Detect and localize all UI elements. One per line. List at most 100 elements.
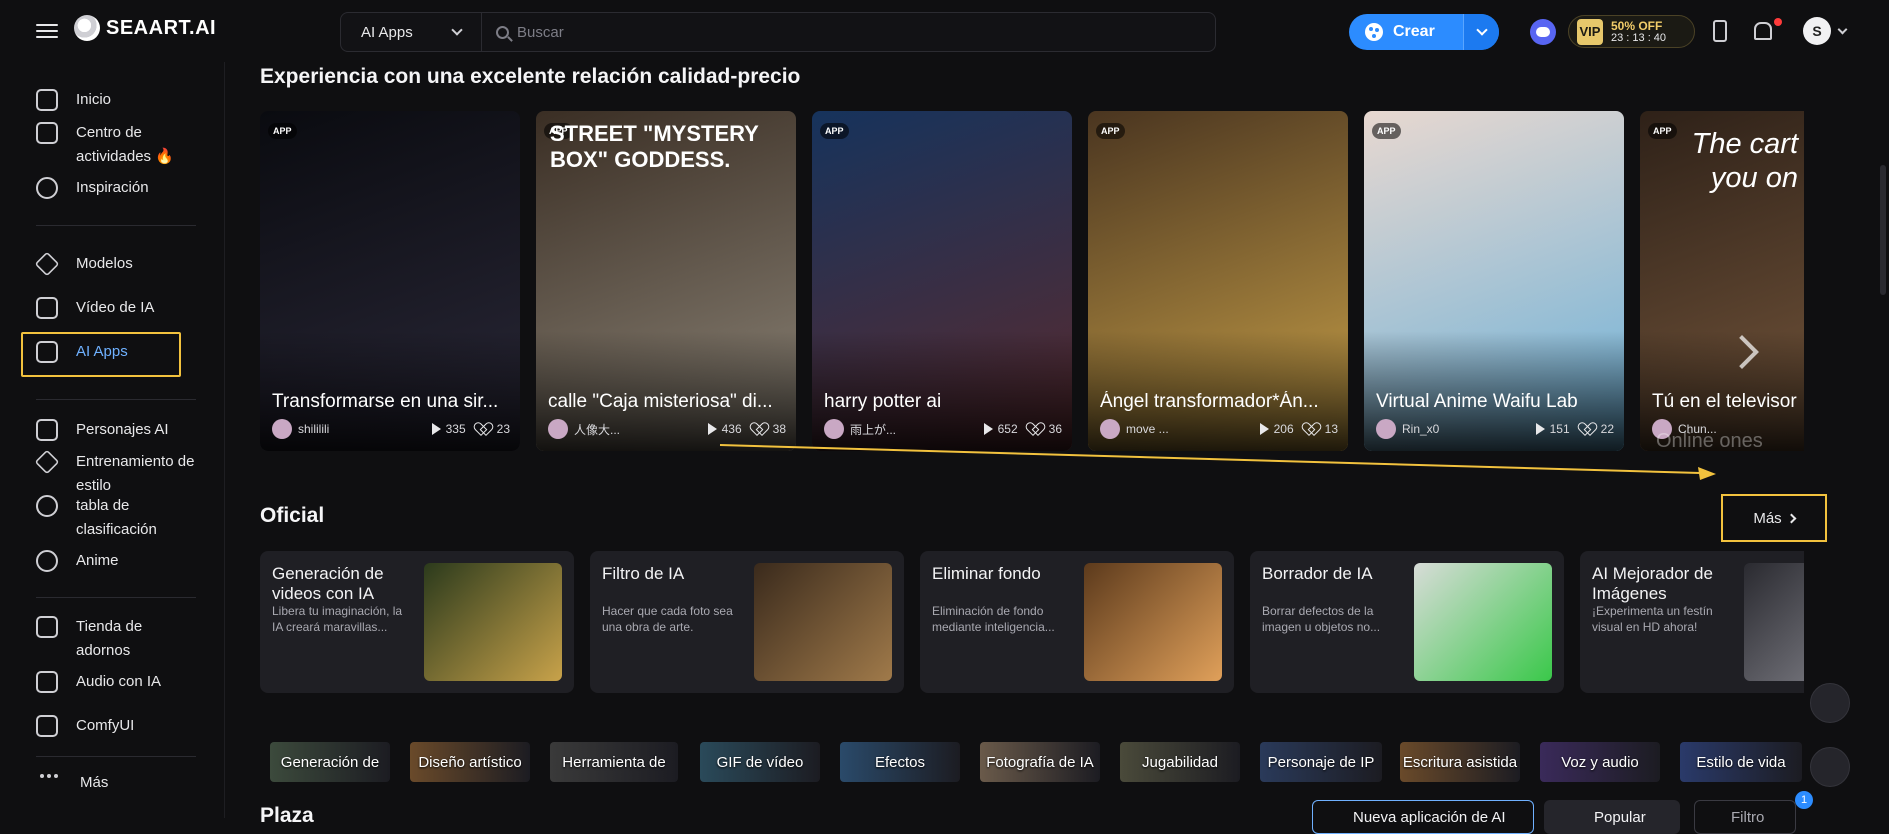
card-author[interactable]: 雨上が... xyxy=(824,419,976,439)
official-card-title: AI Mejorador de Imágenes xyxy=(1592,564,1713,603)
featured-app-card[interactable]: APP harry potter ai 雨上が... 652 36 xyxy=(812,111,1072,451)
card-author[interactable]: Rin_x0 xyxy=(1376,419,1528,439)
like-count[interactable]: 38 xyxy=(754,422,786,436)
category-chip[interactable]: Diseño artístico xyxy=(410,742,530,782)
like-count[interactable]: 13 xyxy=(1306,422,1338,436)
like-count[interactable]: 23 xyxy=(478,422,510,436)
chevron-right-icon xyxy=(1786,513,1797,523)
support-headset-icon[interactable] xyxy=(1810,683,1850,723)
featured-app-card[interactable]: APP Virtual Anime Waifu Lab Rin_x0 151 22 xyxy=(1364,111,1624,451)
sidebar-item-tienda[interactable]: Tienda de adornos xyxy=(36,615,142,663)
category-chip[interactable]: Voz y audio xyxy=(1540,742,1660,782)
featured-carousel: APP Transformarse en una sir... shililili 3… xyxy=(260,111,1804,453)
search-bar: AI Apps Buscar xyxy=(340,12,1216,52)
app-badge: APP xyxy=(1372,123,1401,139)
sidebar-item-inicio[interactable]: Inicio xyxy=(36,88,111,112)
sort-select[interactable]: Popular xyxy=(1544,800,1680,834)
official-card-description: Eliminación de fondo mediante inteligenc… xyxy=(932,604,1055,634)
vip-offer-button[interactable]: VIP 50% OFF 23 : 13 : 40 xyxy=(1568,15,1695,48)
author-name: shililili xyxy=(298,422,330,436)
sidebar-item-personajes[interactable]: Personajes AI xyxy=(36,418,169,442)
featured-app-card[interactable]: APP Ángel transformador*Án... move ... 206 1… xyxy=(1088,111,1348,451)
search-input[interactable]: Buscar xyxy=(482,24,1215,41)
search-placeholder: Buscar xyxy=(517,23,564,41)
play-icon xyxy=(431,423,441,435)
new-ai-app-label: Nueva aplicación de AI xyxy=(1353,808,1506,826)
sidebar-item-clasificacion[interactable]: tabla de clasificación xyxy=(36,494,157,542)
sidebar-item-label: Inicio xyxy=(76,91,112,108)
official-app-card[interactable]: Eliminar fondo Eliminación de fondo media… xyxy=(920,551,1234,693)
category-chip[interactable]: Generación de xyxy=(270,742,390,782)
sidebar-item-label: Audio con IA xyxy=(76,673,162,690)
heart-icon xyxy=(1030,423,1043,435)
create-button-group: Crear xyxy=(1349,14,1499,50)
official-card-thumbnail xyxy=(424,563,562,681)
sidebar-item-actividades[interactable]: Centro de actividades 🔥 xyxy=(36,121,174,169)
sidebar-item-inspiracion[interactable]: Inspiración xyxy=(36,176,149,200)
brand-name: SEAART.AI xyxy=(106,16,217,39)
mobile-app-icon[interactable] xyxy=(1713,20,1727,42)
discord-icon[interactable] xyxy=(1530,19,1556,45)
card-author[interactable]: 人像大... xyxy=(548,419,700,439)
official-card-description: Borrar defectos de la imagen u objetos n… xyxy=(1262,604,1381,634)
vip-badge: VIP xyxy=(1577,18,1603,45)
back-to-top-icon[interactable] xyxy=(1810,747,1850,787)
search-category-select[interactable]: AI Apps xyxy=(341,13,482,51)
card-title: Ángel transformador*Án... xyxy=(1100,391,1319,412)
ai-apps-highlight xyxy=(21,332,181,377)
sidebar-item-video[interactable]: Vídeo de IA xyxy=(36,296,154,320)
chevron-down-icon[interactable] xyxy=(1837,24,1848,35)
like-count-value: 38 xyxy=(772,422,786,436)
category-chip[interactable]: Jugabilidad xyxy=(1120,742,1240,782)
author-avatar xyxy=(272,419,292,439)
category-chip[interactable]: Fotografía de IA xyxy=(980,742,1100,782)
sidebar-item-entrenamiento[interactable]: Entrenamiento de estilo xyxy=(34,449,194,498)
category-chip[interactable]: Personaje de IP xyxy=(1260,742,1382,782)
featured-app-card[interactable]: APP calle "Caja misteriosa" di... 人像大... 43… xyxy=(536,111,796,451)
official-app-card[interactable]: Filtro de IA Hacer que cada foto sea una … xyxy=(590,551,904,693)
user-avatar[interactable]: S xyxy=(1803,17,1831,45)
card-author[interactable]: shililili xyxy=(272,419,424,439)
like-count[interactable]: 22 xyxy=(1582,422,1614,436)
like-count[interactable]: 36 xyxy=(1030,422,1062,436)
category-chip[interactable]: Escritura asistida xyxy=(1400,742,1520,782)
category-chips: Generación de Diseño artístico Herramienta… xyxy=(270,742,1810,782)
page-scrollbar[interactable] xyxy=(1880,165,1886,295)
new-ai-app-button[interactable]: Nueva aplicación de AI xyxy=(1312,800,1534,834)
official-apps-row: Generación de videos con IA Libera tu ima… xyxy=(260,551,1804,693)
category-chip[interactable]: Estilo de vida xyxy=(1680,742,1802,782)
brand-logo[interactable]: SEAART.AI xyxy=(74,15,216,41)
category-chip[interactable]: Efectos xyxy=(840,742,960,782)
sidebar-item-modelos[interactable]: Modelos xyxy=(34,251,133,277)
create-dropdown-button[interactable] xyxy=(1463,14,1499,50)
card-author[interactable]: move ... xyxy=(1100,419,1252,439)
play-count-value: 206 xyxy=(1273,422,1294,436)
create-button[interactable]: Crear xyxy=(1349,23,1463,41)
official-app-card[interactable]: Generación de videos con IA Libera tu ima… xyxy=(260,551,574,693)
official-card-title: Borrador de IA xyxy=(1262,564,1373,583)
category-chip[interactable]: GIF de vídeo xyxy=(700,742,820,782)
gift-icon xyxy=(36,122,58,144)
sidebar-item-audio[interactable]: Audio con IA xyxy=(36,670,161,694)
sidebar-item-label: Modelos xyxy=(76,255,133,272)
official-app-card[interactable]: AI Mejorador de Imágenes ¡Experimenta un … xyxy=(1580,551,1804,693)
sidebar-item-anime[interactable]: Anime xyxy=(36,549,119,573)
author-avatar xyxy=(548,419,568,439)
category-chip[interactable]: Herramienta de xyxy=(550,742,678,782)
menu-icon[interactable] xyxy=(36,20,58,40)
notification-bell-icon[interactable] xyxy=(1752,20,1772,40)
more-official-button[interactable]: Más xyxy=(1721,494,1827,542)
more-dots-icon[interactable] xyxy=(40,774,58,778)
card-meta: 雨上が... 652 36 xyxy=(824,419,1062,439)
filter-button[interactable]: Filtro xyxy=(1694,800,1796,834)
sidebar-item-label: Vídeo de IA xyxy=(76,299,155,316)
featured-app-card[interactable]: APP Transformarse en una sir... shililili 3… xyxy=(260,111,520,451)
featured-app-card[interactable]: APP Tú en el televisor Chun... The cart you… xyxy=(1640,111,1804,451)
sidebar-more-button[interactable]: Más xyxy=(80,771,108,795)
author-name: 人像大... xyxy=(574,422,621,437)
author-avatar xyxy=(1100,419,1120,439)
card-meta: 人像大... 436 38 xyxy=(548,419,786,439)
carousel-next-icon[interactable] xyxy=(1720,332,1760,372)
official-app-card[interactable]: Borrador de IA Borrar defectos de la imag… xyxy=(1250,551,1564,693)
sidebar-item-comfyui[interactable]: ComfyUI xyxy=(36,714,134,738)
